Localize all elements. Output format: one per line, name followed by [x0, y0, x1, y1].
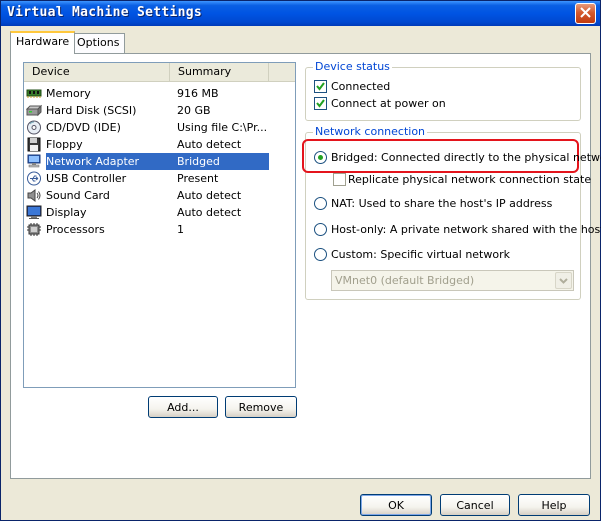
device-row-sound-card[interactable]: Sound Card Auto detect: [24, 187, 295, 204]
device-row-floppy[interactable]: Floppy Auto detect: [24, 136, 295, 153]
device-summary: 20 GB: [177, 104, 211, 117]
device-list-header: Device Summary: [24, 63, 295, 82]
processor-icon: [26, 222, 42, 237]
vmnet-select[interactable]: VMnet0 (default Bridged): [331, 270, 574, 291]
vmnet-select-value: VMnet0 (default Bridged): [335, 274, 475, 287]
cancel-button[interactable]: Cancel: [440, 494, 510, 516]
device-row-display[interactable]: Display Auto detect: [24, 204, 295, 221]
network-connection-label: Network connection: [313, 125, 428, 138]
remove-button-label: Remove: [238, 401, 284, 414]
display-icon: [26, 205, 42, 220]
device-row-network-adapter[interactable]: Network Adapter Bridged: [24, 153, 295, 170]
device-name: USB Controller: [46, 172, 127, 185]
column-header-device[interactable]: Device: [24, 63, 170, 82]
network-adapter-icon: [26, 154, 42, 169]
device-row-cd-dvd[interactable]: CD/DVD (IDE) Using file C:\Pr...: [24, 119, 295, 136]
device-summary: Present: [177, 172, 219, 185]
checkmark-icon: [316, 82, 325, 91]
memory-icon: [26, 86, 42, 101]
hardware-panel: Device Summary Memory 916 MB Hard Disk (…: [10, 53, 601, 479]
device-summary: Auto detect: [177, 206, 242, 219]
device-summary: 916 MB: [177, 87, 219, 100]
connected-label[interactable]: Connected: [331, 80, 390, 94]
nat-radio[interactable]: [314, 197, 327, 210]
column-header-summary[interactable]: Summary: [170, 63, 269, 82]
sound-card-icon: [26, 188, 42, 203]
device-summary: Bridged: [177, 155, 220, 168]
vmnet-dropdown-button[interactable]: [555, 272, 572, 289]
device-summary: Auto detect: [177, 189, 242, 202]
checkmark-icon: [316, 99, 325, 108]
replicate-state-checkbox[interactable]: [333, 173, 346, 186]
custom-label[interactable]: Custom: Specific virtual network: [331, 248, 510, 262]
ok-button[interactable]: OK: [360, 494, 432, 516]
host-only-label[interactable]: Host-only: A private network shared with…: [331, 223, 601, 237]
network-connection-group: Network connection Bridged: Connected di…: [302, 125, 601, 300]
device-summary: 1: [177, 223, 184, 236]
host-only-radio[interactable]: [314, 223, 327, 236]
device-summary: Using file C:\Pr...: [177, 121, 268, 134]
close-icon: [580, 6, 591, 21]
device-row-memory[interactable]: Memory 916 MB: [24, 85, 295, 102]
device-name: Memory: [46, 87, 91, 100]
device-row-hard-disk[interactable]: Hard Disk (SCSI) 20 GB: [24, 102, 295, 119]
add-device-button[interactable]: Add...: [148, 396, 218, 418]
add-button-label: Add...: [167, 401, 199, 414]
floppy-icon: [26, 137, 42, 152]
connect-at-power-on-label[interactable]: Connect at power on: [331, 97, 446, 111]
help-button-label: Help: [541, 499, 567, 512]
device-status-group: Device status Connected Connect at power…: [305, 60, 581, 121]
device-name: Hard Disk (SCSI): [46, 104, 137, 117]
tab-hardware-label: Hardware: [16, 35, 70, 48]
chevron-down-icon: [559, 278, 568, 284]
device-name: CD/DVD (IDE): [46, 121, 121, 134]
connected-checkbox[interactable]: [314, 80, 327, 93]
column-header-device-label: Device: [32, 65, 70, 78]
device-list[interactable]: Device Summary Memory 916 MB Hard Disk (…: [23, 62, 296, 388]
cancel-button-label: Cancel: [456, 499, 494, 512]
tab-hardware[interactable]: Hardware: [10, 31, 76, 54]
nat-label[interactable]: NAT: Used to share the host's IP address: [331, 197, 552, 211]
device-name: Network Adapter: [46, 155, 140, 168]
title-bar[interactable]: Virtual Machine Settings: [1, 1, 600, 26]
replicate-state-label[interactable]: Replicate physical network connection st…: [348, 173, 591, 187]
help-button[interactable]: Help: [518, 494, 590, 516]
device-name: Floppy: [46, 138, 83, 151]
hard-disk-icon: [25, 103, 43, 118]
device-name: Sound Card: [46, 189, 110, 202]
column-header-summary-label: Summary: [178, 65, 232, 78]
device-row-processors[interactable]: Processors 1: [24, 221, 295, 238]
connect-at-power-on-checkbox[interactable]: [314, 97, 327, 110]
close-button[interactable]: [575, 3, 596, 24]
bridged-radio[interactable]: [314, 151, 327, 164]
usb-icon: [26, 171, 42, 186]
tab-options-label: Options: [77, 36, 120, 49]
device-name: Processors: [46, 223, 105, 236]
tab-options[interactable]: Options: [71, 33, 126, 53]
remove-device-button[interactable]: Remove: [225, 396, 297, 418]
cd-dvd-icon: [26, 120, 42, 135]
window-title: Virtual Machine Settings: [7, 5, 203, 20]
custom-radio[interactable]: [314, 248, 327, 261]
device-summary: Auto detect: [177, 138, 242, 151]
device-row-usb-controller[interactable]: USB Controller Present: [24, 170, 295, 187]
device-status-label: Device status: [313, 60, 392, 73]
bridged-label[interactable]: Bridged: Connected directly to the physi…: [331, 151, 601, 165]
device-name: Display: [46, 206, 87, 219]
ok-button-label: OK: [388, 499, 404, 512]
settings-window: Virtual Machine Settings Hardware Option…: [0, 0, 601, 521]
